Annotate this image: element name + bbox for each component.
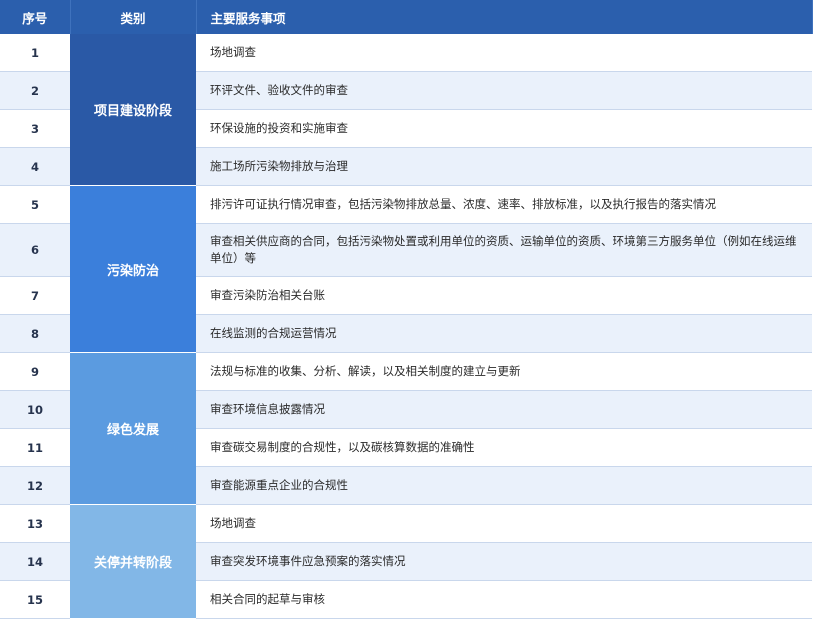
- row-item: 排污许可证执行情况审查，包括污染物排放总量、浓度、速率、排放标准，以及执行报告的…: [196, 185, 812, 224]
- table-row: 13 关停并转阶段 场地调查: [0, 504, 812, 619]
- row-item: 相关合同的起草与审核: [196, 580, 812, 619]
- header-num: 序号: [0, 0, 71, 34]
- row-item: 审查碳交易制度的合规性，以及碳核算数据的准确性: [196, 428, 812, 467]
- row-num: 6: [0, 223, 70, 277]
- header-category: 类别: [70, 0, 197, 34]
- table-row: 9 绿色发展 法规与标准的收集、分析、解读，以及相关制度的建立与更新: [0, 352, 812, 505]
- services-table: 序号 类别 主要服务事项 1 项目建设阶段 场地调查 2 环评文件、验收文件的审…: [0, 0, 813, 619]
- row-num: 14: [0, 542, 70, 581]
- row-item: 环评文件、验收文件的审查: [196, 71, 812, 110]
- row-num: 12: [0, 466, 70, 505]
- row-num: 1: [0, 34, 70, 72]
- table-row: 1 项目建设阶段 场地调查: [0, 34, 812, 186]
- row-item: 审查污染防治相关台账: [196, 276, 812, 315]
- header-item: 主要服务事项: [196, 0, 813, 34]
- row-num: 15: [0, 580, 70, 619]
- row-item: 施工场所污染物排放与治理: [196, 147, 812, 186]
- row-num: 8: [0, 314, 70, 353]
- row-num: 9: [0, 352, 70, 391]
- row-item: 审查相关供应商的合同，包括污染物处置或利用单位的资质、运输单位的资质、环境第三方…: [196, 223, 812, 277]
- row-num: 13: [0, 504, 70, 543]
- row-item: 在线监测的合规运营情况: [196, 314, 812, 353]
- row-item: 场地调查: [196, 504, 812, 543]
- row-num: 10: [0, 390, 70, 429]
- row-item: 审查突发环境事件应急预案的落实情况: [196, 542, 812, 581]
- row-num: 4: [0, 147, 70, 186]
- row-num: 3: [0, 109, 70, 148]
- row-item: 法规与标准的收集、分析、解读，以及相关制度的建立与更新: [196, 352, 812, 391]
- row-item: 审查能源重点企业的合规性: [196, 466, 812, 505]
- row-num: 7: [0, 276, 70, 315]
- row-item: 审查环境信息披露情况: [196, 390, 812, 429]
- category-cell: 污染防治: [70, 185, 196, 353]
- header-row: 序号 类别 主要服务事项: [0, 0, 813, 34]
- category-cell: 项目建设阶段: [70, 34, 196, 186]
- category-cell: 绿色发展: [70, 352, 196, 505]
- row-num: 11: [0, 428, 70, 467]
- category-cell: 关停并转阶段: [70, 504, 196, 619]
- row-num: 5: [0, 185, 70, 224]
- table-row: 5 污染防治 排污许可证执行情况审查，包括污染物排放总量、浓度、速率、排放标准，…: [0, 185, 812, 353]
- row-num: 2: [0, 71, 70, 110]
- row-item: 场地调查: [196, 34, 812, 72]
- row-item: 环保设施的投资和实施审查: [196, 109, 812, 148]
